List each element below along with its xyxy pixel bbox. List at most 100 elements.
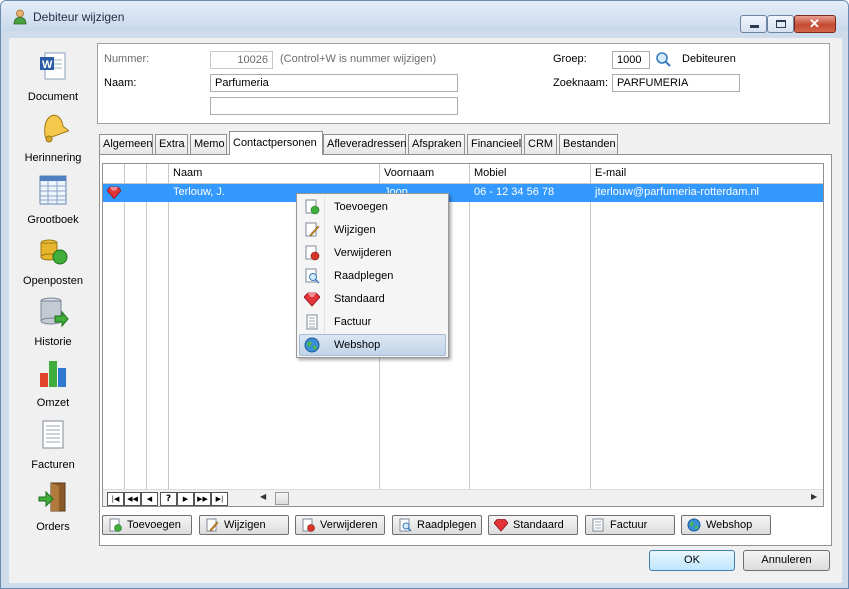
add-doc-icon xyxy=(305,199,320,215)
factuur-label: Factuur xyxy=(610,519,648,531)
column-divider xyxy=(168,164,169,489)
zoeknaam-field[interactable]: PARFUMERIA xyxy=(612,74,740,92)
maximize-button[interactable] xyxy=(767,15,794,33)
webshop-button[interactable]: Webshop xyxy=(681,515,771,535)
menu-item-webshop[interactable]: Webshop xyxy=(299,334,446,356)
nummer-hint: (Control+W is nummer wijzigen) xyxy=(280,53,437,65)
edit-pencil-icon xyxy=(305,222,320,237)
toevoegen-button[interactable]: Toevoegen xyxy=(102,515,192,535)
tab-algemeen[interactable]: Algemeen xyxy=(99,134,153,154)
column-header-naam[interactable]: Naam xyxy=(173,167,202,179)
menu-item-label: Webshop xyxy=(334,339,381,351)
scroll-right-icon[interactable]: ▶ xyxy=(811,492,817,501)
delete-doc-icon xyxy=(305,245,320,261)
nav-next-page-button[interactable]: ▶▶ xyxy=(194,492,211,506)
bar-chart-icon xyxy=(40,361,66,387)
tab-memo[interactable]: Memo xyxy=(190,134,227,154)
ruby-icon xyxy=(107,186,121,199)
close-icon: ✕ xyxy=(809,16,820,31)
cancel-button[interactable]: Annuleren xyxy=(743,550,830,571)
nav-label-openposten: Openposten xyxy=(23,275,83,287)
naam2-field[interactable] xyxy=(210,97,458,115)
factuur-button[interactable]: Factuur xyxy=(585,515,675,535)
tab-afleveradressen[interactable]: Afleveradressen xyxy=(323,134,407,154)
scroll-left-icon[interactable]: ◀ xyxy=(260,492,266,501)
globe-icon xyxy=(304,337,320,353)
nav-label-herinnering: Herinnering xyxy=(24,152,82,164)
nummer-label: Nummer: xyxy=(104,53,150,65)
column-divider xyxy=(590,164,591,489)
nav-first-button[interactable]: |◀ xyxy=(107,492,124,506)
column-divider xyxy=(124,164,125,489)
nav-item-document[interactable]: W Document xyxy=(9,51,97,111)
tab-contactpersonen[interactable]: Contactpersonen xyxy=(229,131,323,155)
menu-item-raadplegen[interactable]: Raadplegen xyxy=(299,265,446,287)
word-document-icon: W xyxy=(40,52,66,80)
menu-item-factuur[interactable]: Factuur xyxy=(299,311,446,333)
cell-email: jterlouw@parfumeria-rotterdam.nl xyxy=(595,186,760,198)
verwijderen-button[interactable]: Verwijderen xyxy=(295,515,385,535)
menu-item-wijzigen[interactable]: Wijzigen xyxy=(299,219,446,241)
groep-label: Groep: xyxy=(553,53,587,65)
naam-field[interactable]: Parfumeria xyxy=(210,74,458,92)
ruby-icon xyxy=(494,519,508,532)
edit-pencil-icon xyxy=(206,518,219,532)
search-icon[interactable] xyxy=(655,51,672,68)
tab-extra[interactable]: Extra xyxy=(155,134,188,154)
nav-last-button[interactable]: ▶| xyxy=(211,492,228,506)
ok-button[interactable]: OK xyxy=(649,550,735,571)
column-divider xyxy=(469,164,470,489)
nav-item-historie[interactable]: Historie xyxy=(9,296,97,356)
grid-header: Naam Voornaam Mobiel E-mail xyxy=(103,164,823,184)
nav-label-grootboek: Grootboek xyxy=(27,214,79,226)
menu-item-label: Factuur xyxy=(334,316,372,328)
menu-item-verwijderen[interactable]: Verwijderen xyxy=(299,242,446,264)
nav-label-document: Document xyxy=(27,91,79,103)
wijzigen-label: Wijzigen xyxy=(224,519,266,531)
zoeknaam-label: Zoeknaam: xyxy=(553,77,609,89)
nav-prev-button[interactable]: ◀ xyxy=(141,492,158,506)
tab-afspraken[interactable]: Afspraken xyxy=(408,134,465,154)
nav-search-button[interactable]: ? xyxy=(160,492,177,506)
toevoegen-label: Toevoegen xyxy=(127,519,181,531)
tab-crm[interactable]: CRM xyxy=(524,134,557,154)
wijzigen-button[interactable]: Wijzigen xyxy=(199,515,289,535)
menu-item-label: Wijzigen xyxy=(334,224,376,236)
menu-item-toevoegen[interactable]: Toevoegen xyxy=(299,196,446,218)
nav-item-orders[interactable]: Orders xyxy=(9,481,97,541)
menu-item-label: Toevoegen xyxy=(334,201,388,213)
title-bar[interactable]: Debiteur wijzigen ✕ xyxy=(1,1,848,33)
raadplegen-label: Raadplegen xyxy=(417,519,477,531)
minimize-button[interactable] xyxy=(740,15,767,33)
column-header-mobiel[interactable]: Mobiel xyxy=(474,167,506,179)
contacts-grid[interactable]: Naam Voornaam Mobiel E-mail Terlouw, J. … xyxy=(102,163,824,507)
nav-item-grootboek[interactable]: Grootboek xyxy=(9,174,97,234)
nav-item-facturen[interactable]: Facturen xyxy=(9,419,97,479)
invoice-icon xyxy=(42,420,64,449)
column-header-voornaam[interactable]: Voornaam xyxy=(384,167,434,179)
horizontal-scrollbar-thumb[interactable] xyxy=(275,492,289,505)
nav-next-button[interactable]: ▶ xyxy=(177,492,194,506)
nav-item-herinnering[interactable]: Herinnering xyxy=(9,112,97,172)
window-title: Debiteur wijzigen xyxy=(33,10,125,24)
column-header-email[interactable]: E-mail xyxy=(595,167,626,179)
groep-field[interactable]: 1000 xyxy=(612,51,650,69)
menu-item-standaard[interactable]: Standaard xyxy=(299,288,446,310)
webshop-label: Webshop xyxy=(706,519,753,531)
tab-financieel[interactable]: Financieel xyxy=(467,134,522,154)
cell-mobiel: 06 - 12 34 56 78 xyxy=(474,186,555,198)
nav-prev-page-button[interactable]: ◀◀ xyxy=(124,492,141,506)
cell-naam: Terlouw, J. xyxy=(173,186,225,198)
raadplegen-button[interactable]: Raadplegen xyxy=(392,515,482,535)
menu-item-label: Raadplegen xyxy=(334,270,394,282)
nav-label-facturen: Facturen xyxy=(31,459,75,471)
tab-bestanden[interactable]: Bestanden xyxy=(559,134,618,154)
verwijderen-label: Verwijderen xyxy=(320,519,378,531)
nav-item-openposten[interactable]: Openposten xyxy=(9,235,97,295)
standaard-button[interactable]: Standaard xyxy=(488,515,578,535)
close-button[interactable]: ✕ xyxy=(794,15,836,33)
header-panel: Nummer: 10026 (Control+W is nummer wijzi… xyxy=(97,43,830,124)
nav-item-omzet[interactable]: Omzet xyxy=(9,357,97,417)
globe-icon xyxy=(687,518,701,532)
nummer-field[interactable]: 10026 xyxy=(210,51,273,69)
